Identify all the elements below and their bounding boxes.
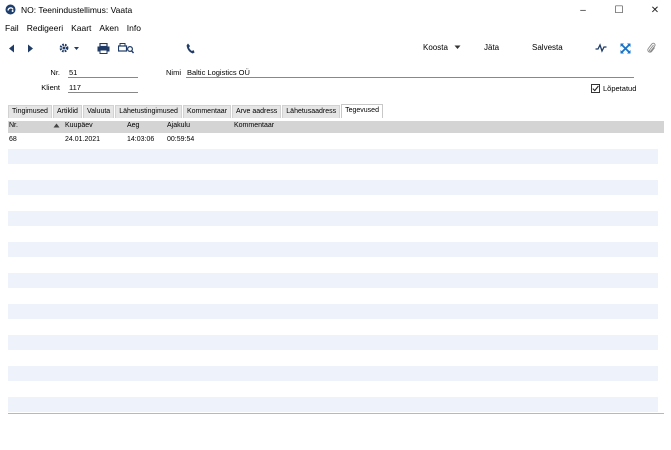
phone-icon[interactable]	[184, 41, 196, 55]
lopetatud-label: Lõpetatud	[603, 84, 637, 93]
tab-lahetustingimused[interactable]: Lähetustingimused	[115, 105, 182, 118]
title-bar: NO: Teenindustellimus: Vaata – ☐ ✕	[0, 0, 671, 20]
table-row[interactable]	[8, 179, 658, 195]
expand-icon[interactable]	[618, 41, 632, 55]
print-preview-icon[interactable]	[118, 41, 134, 55]
tab-kommentaar[interactable]: Kommentaar	[182, 105, 232, 118]
klient-label: Klient	[41, 83, 60, 92]
table-row[interactable]	[8, 148, 658, 164]
activities-grid: Nr. Kuupäev Aeg Ajakulu Kommentaar 68 24.…	[8, 121, 664, 414]
tab-tingimused[interactable]: Tingimused	[8, 105, 52, 118]
grid-rows: 68 24.01.2021 14:03:06 00:59:54	[8, 133, 664, 412]
nr-field[interactable]: 51	[68, 68, 138, 78]
minimize-button[interactable]: –	[565, 0, 601, 20]
grid-header: Nr. Kuupäev Aeg Ajakulu Kommentaar	[8, 121, 664, 133]
column-header-kuupaev[interactable]: Kuupäev	[65, 122, 93, 129]
menu-fail[interactable]: Fail	[0, 23, 23, 33]
window-title: NO: Teenindustellimus: Vaata	[21, 5, 133, 15]
cell-nr[interactable]: 68	[9, 136, 17, 143]
column-header-nr[interactable]: Nr.	[9, 122, 18, 129]
toolbar: Koosta Jäta Salvesta	[0, 39, 671, 57]
table-row[interactable]	[8, 396, 658, 412]
table-row[interactable]	[8, 226, 658, 242]
column-header-kommentaar[interactable]: Kommentaar	[234, 122, 274, 129]
tab-arve-aadress[interactable]: Arve aadress	[232, 105, 282, 118]
nr-label: Nr.	[50, 68, 60, 77]
table-row[interactable]	[8, 381, 658, 397]
record-header: Nr. 51 Nimi Baltic Logistics OÜ Klient 1…	[0, 65, 671, 98]
table-row[interactable]	[8, 272, 658, 288]
lopetatud-checkbox[interactable]	[591, 84, 600, 93]
menu-bar: Fail Redigeeri Kaart Aken Info	[0, 21, 145, 35]
table-row[interactable]	[8, 319, 658, 335]
table-row[interactable]	[8, 164, 658, 180]
menu-kaart[interactable]: Kaart	[67, 23, 95, 33]
close-button[interactable]: ✕	[637, 0, 671, 20]
cell-kuupaev[interactable]: 24.01.2021	[65, 136, 100, 143]
cell-ajakulu[interactable]: 00:59:54	[167, 136, 194, 143]
gear-icon[interactable]	[58, 41, 82, 55]
table-row[interactable]	[8, 334, 658, 350]
tab-lahetusaadress[interactable]: Lähetusaadress	[282, 105, 341, 118]
menu-aken[interactable]: Aken	[95, 23, 122, 33]
nimi-field[interactable]: Baltic Logistics OÜ	[186, 68, 634, 78]
chevron-down-icon	[454, 45, 461, 50]
app-logo-icon	[5, 4, 16, 15]
salvesta-button[interactable]: Salvesta	[532, 41, 563, 55]
maximize-button[interactable]: ☐	[601, 0, 637, 20]
table-row[interactable]	[8, 350, 658, 366]
activity-graph-icon[interactable]	[594, 41, 608, 55]
table-row[interactable]	[8, 195, 658, 211]
klient-field[interactable]: 117	[68, 83, 138, 93]
sort-ascending-icon	[53, 123, 60, 128]
table-row[interactable]	[8, 210, 658, 226]
tab-bar: Tingimused Artiklid Valuuta Lähetustingi…	[8, 104, 384, 118]
column-header-aeg[interactable]: Aeg	[127, 122, 139, 129]
menu-redigeeri[interactable]: Redigeeri	[23, 23, 67, 33]
cell-aeg[interactable]: 14:03:06	[127, 136, 154, 143]
print-icon[interactable]	[96, 41, 110, 55]
koosta-button[interactable]: Koosta	[423, 41, 461, 55]
jata-button[interactable]: Jäta	[484, 41, 499, 55]
previous-record-icon[interactable]	[6, 41, 16, 55]
tab-tegevused[interactable]: Tegevused	[341, 104, 383, 118]
table-row[interactable]	[8, 241, 658, 257]
table-row[interactable]: 68 24.01.2021 14:03:06 00:59:54	[8, 133, 658, 149]
attachment-icon[interactable]	[645, 41, 657, 55]
tab-valuuta[interactable]: Valuuta	[82, 105, 115, 118]
nimi-label: Nimi	[166, 68, 181, 77]
next-record-icon[interactable]	[25, 41, 35, 55]
table-row[interactable]	[8, 288, 658, 304]
table-row[interactable]	[8, 257, 658, 273]
checkmark-icon	[592, 85, 599, 92]
table-row[interactable]	[8, 303, 658, 319]
column-header-ajakulu[interactable]: Ajakulu	[167, 122, 190, 129]
table-row[interactable]	[8, 365, 658, 381]
tab-artiklid[interactable]: Artiklid	[52, 105, 82, 118]
menu-info[interactable]: Info	[123, 23, 145, 33]
